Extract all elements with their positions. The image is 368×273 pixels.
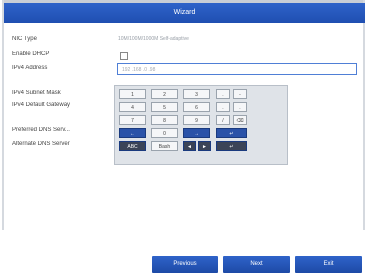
enable-dhcp-row: Enable DHCP bbox=[4, 49, 365, 63]
nic-type-value[interactable]: 10M/100M/1000M Self-adaptive bbox=[118, 36, 189, 42]
key-7[interactable]: 7 bbox=[119, 115, 146, 125]
previous-button[interactable]: Previous bbox=[152, 256, 218, 273]
key-slash[interactable]: / bbox=[216, 115, 230, 125]
key-5[interactable]: 5 bbox=[151, 102, 178, 112]
right-arrow-key[interactable]: → bbox=[183, 128, 210, 138]
key-dot-1[interactable]: . bbox=[216, 89, 230, 99]
ipv4-address-row: IPv4 Address 192 .168 .0 .98 bbox=[4, 63, 365, 77]
nic-type-label: NIC Type bbox=[12, 36, 37, 42]
window-title: Wizard bbox=[4, 3, 365, 23]
key-2[interactable]: 2 bbox=[151, 89, 178, 99]
prev-key[interactable]: ◄ bbox=[183, 141, 196, 151]
key-8[interactable]: 8 bbox=[151, 115, 178, 125]
bash-key[interactable]: Bash bbox=[151, 141, 178, 151]
next-key[interactable]: ► bbox=[198, 141, 211, 151]
wizard-page: Wizard NIC Type 10M/100M/1000M Self-adap… bbox=[0, 0, 368, 273]
ipv4-default-gateway-label: IPv4 Default Gateway bbox=[12, 102, 71, 108]
key-dot-2[interactable]: . bbox=[216, 102, 230, 112]
preferred-dns-label: Preferred DNS Serv... bbox=[12, 127, 70, 133]
exit-button[interactable]: Exit bbox=[295, 256, 362, 273]
key-3[interactable]: 3 bbox=[183, 89, 210, 99]
key-minus[interactable]: - bbox=[233, 89, 247, 99]
left-arrow-key[interactable]: ← bbox=[119, 128, 146, 138]
key-9[interactable]: 9 bbox=[183, 115, 210, 125]
ipv4-address-input[interactable]: 192 .168 .0 .98 bbox=[117, 63, 357, 75]
enable-dhcp-checkbox[interactable] bbox=[120, 52, 128, 60]
next-button[interactable]: Next bbox=[223, 256, 290, 273]
abc-key[interactable]: ABC bbox=[119, 141, 146, 151]
key-4[interactable]: 4 bbox=[119, 102, 146, 112]
return-key[interactable]: ↵ bbox=[216, 141, 247, 151]
key-6[interactable]: 6 bbox=[183, 102, 210, 112]
onscreen-keypad: 1 2 3 . - 4 5 6 . . 7 8 9 / ⌫ ← 0 → ↵ AB… bbox=[114, 85, 288, 165]
ipv4-subnet-mask-label: IPv4 Subnet Mask bbox=[12, 90, 61, 96]
key-0[interactable]: 0 bbox=[151, 128, 178, 138]
key-1[interactable]: 1 bbox=[119, 89, 146, 99]
nic-type-row: NIC Type 10M/100M/1000M Self-adaptive bbox=[4, 34, 365, 48]
enter-key[interactable]: ↵ bbox=[216, 128, 247, 138]
key-dot-3[interactable]: . bbox=[233, 102, 247, 112]
alternate-dns-label: Alternate DNS Server bbox=[12, 141, 70, 147]
enable-dhcp-label: Enable DHCP bbox=[12, 51, 50, 57]
ipv4-address-label: IPv4 Address bbox=[12, 65, 48, 71]
backspace-icon[interactable]: ⌫ bbox=[233, 115, 247, 125]
